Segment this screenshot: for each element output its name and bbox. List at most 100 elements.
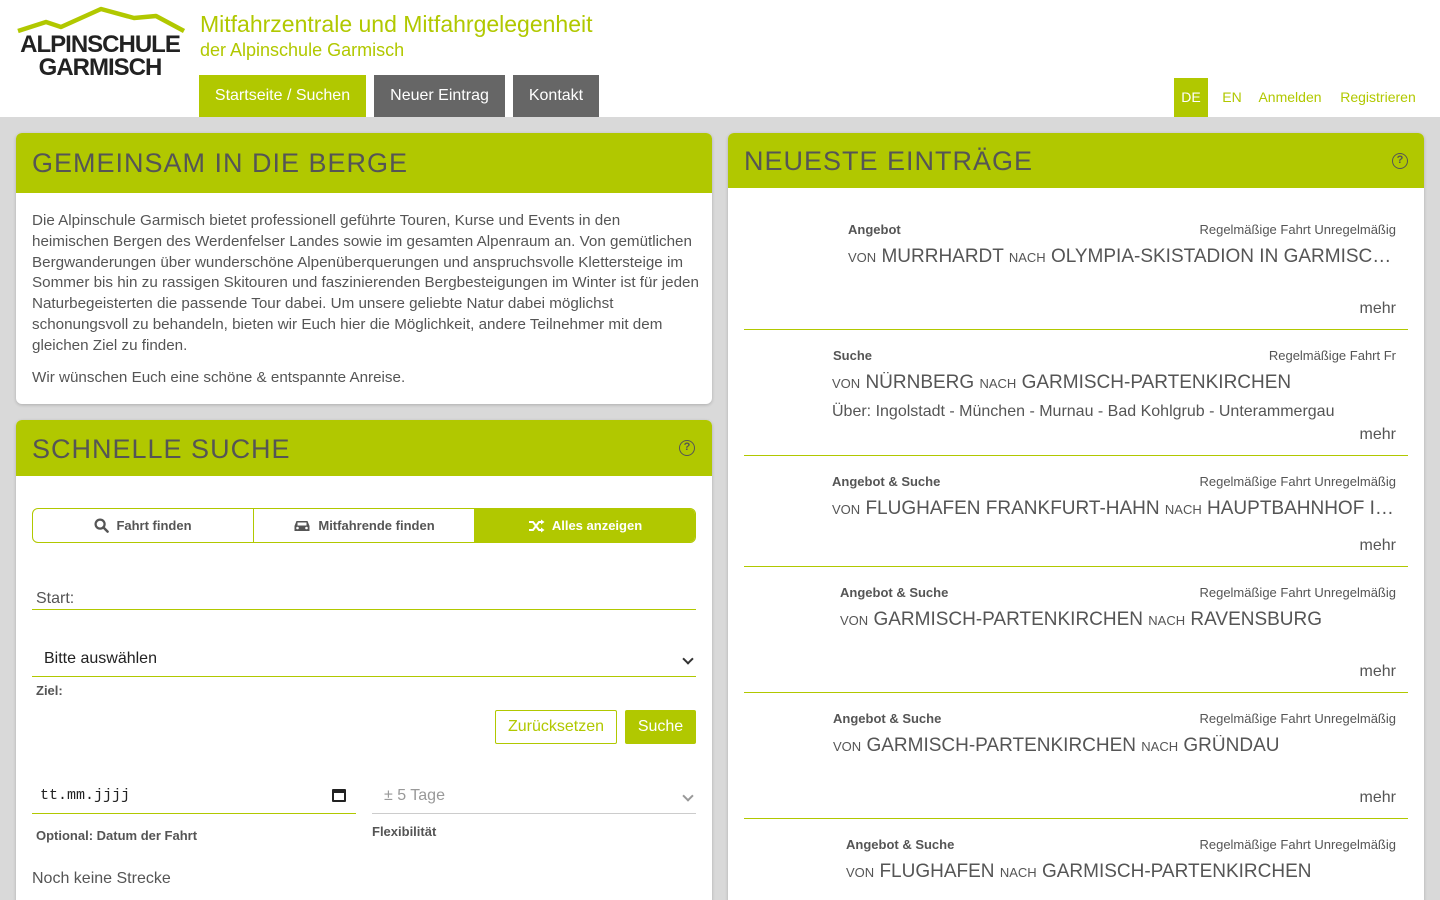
help-icon[interactable]: ? (1392, 153, 1408, 169)
route-from: FLUGHAFEN FRANKFURT-HAHN (865, 498, 1160, 519)
entry-item[interactable]: Suche Regelmäßige Fahrt Fr VON NÜRNBERG … (744, 330, 1408, 456)
entry-type: Suche (833, 348, 873, 363)
more-link[interactable]: mehr (1360, 537, 1396, 555)
route-to: RAVENSBURG (1190, 609, 1323, 630)
search-button[interactable]: Suche (625, 710, 696, 744)
route-from: MURRHARDT (881, 246, 1004, 267)
login-link[interactable]: Anmelden (1256, 78, 1324, 117)
entry-route: VON FLUGHAFEN FRANKFURT-HAHN NACH HAUPTB… (832, 498, 1396, 520)
route-from: NÜRNBERG (865, 372, 975, 393)
car-icon (294, 520, 310, 531)
route-von: VON (840, 613, 869, 628)
intro-card-header: GEMEINSAM IN DIE BERGE (16, 133, 712, 193)
route-to: HAUPTBAHNHOF IN GARMISCH-PARTENKIRCHEN (1207, 498, 1396, 519)
more-link[interactable]: mehr (1360, 426, 1396, 444)
route-von: VON (848, 250, 877, 265)
entry-regularity: Regelmäßige Fahrt Unregelmäßig (1199, 711, 1396, 726)
entry-route: VON GARMISCH-PARTENKIRCHEN NACH GRÜNDAU (833, 735, 1396, 757)
route-von: VON (846, 865, 875, 880)
site-logo[interactable]: ALPINSCHULE GARMISCH (16, 6, 186, 86)
entry-route: VON MURRHARDT NACH OLYMPIA-SKISTADION IN… (848, 246, 1396, 268)
intro-title: GEMEINSAM IN DIE BERGE (32, 148, 409, 178)
entry-type: Angebot & Suche (840, 585, 949, 600)
more-link[interactable]: mehr (1360, 663, 1396, 681)
route-nach: NACH (999, 865, 1037, 880)
start-input-underline (32, 609, 696, 610)
entry-route: VON NÜRNBERG NACH GARMISCH-PARTENKIRCHEN (832, 372, 1396, 394)
entry-item[interactable]: Angebot Regelmäßige Fahrt Unregelmäßig V… (744, 204, 1408, 330)
tab-mitfahrende-finden[interactable]: Mitfahrende finden (254, 509, 475, 542)
intro-text: Die Alpinschule Garmisch bietet professi… (32, 212, 699, 354)
search-icon (94, 518, 110, 533)
quick-search-header: SCHNELLE SUCHE ? (16, 420, 712, 476)
reset-button[interactable]: Zurücksetzen (495, 710, 617, 744)
tab-fahrt-finden[interactable]: Fahrt finden (33, 509, 254, 542)
nav-kontakt[interactable]: Kontakt (513, 75, 599, 117)
entry-type: Angebot (848, 222, 901, 237)
site-subtitle: der Alpinschule Garmisch (200, 40, 405, 60)
route-nach: NACH (1148, 613, 1186, 628)
intro-card: GEMEINSAM IN DIE BERGE Die Alpinschule G… (16, 133, 712, 404)
entry-regularity: Regelmäßige Fahrt Unregelmäßig (1199, 585, 1396, 600)
help-icon[interactable]: ? (679, 440, 695, 456)
entry-regularity: Regelmäßige Fahrt Fr (1268, 348, 1396, 363)
search-mode-toggle: Fahrt finden Mitfahrende finden Alles an… (32, 508, 696, 543)
entry-regularity: Regelmäßige Fahrt Unregelmäßig (1199, 222, 1396, 237)
tab-fahrt-finden-label: Fahrt finden (116, 518, 192, 533)
nav-neuer-eintrag[interactable]: Neuer Eintrag (374, 75, 505, 117)
site-header: ALPINSCHULE GARMISCH Mitfahrzentrale und… (0, 0, 1440, 117)
latest-entries-card: NEUESTE EINTRÄGE ? Angebot Regelmäßige F… (728, 133, 1424, 900)
route-to: GARMISCH-PARTENKIRCHEN (1021, 372, 1292, 393)
lang-de[interactable]: DE (1174, 78, 1208, 117)
route-von: VON (832, 502, 861, 517)
entry-item[interactable]: Angebot & Suche Regelmäßige Fahrt Unrege… (744, 819, 1408, 900)
entry-regularity: Regelmäßige Fahrt Unregelmäßig (1199, 474, 1396, 489)
entry-type: Angebot & Suche (832, 474, 941, 489)
entry-route: VON FLUGHAFEN NACH GARMISCH-PARTENKIRCHE… (846, 861, 1396, 883)
latest-entries-title: NEUESTE EINTRÄGE (744, 146, 1034, 176)
logo-text-line2: GARMISCH (38, 54, 163, 81)
date-label: Optional: Datum der Fahrt (36, 828, 198, 843)
entry-item[interactable]: Angebot & Suche Regelmäßige Fahrt Unrege… (744, 693, 1408, 819)
entry-item[interactable]: Angebot & Suche Regelmäßige Fahrt Unrege… (744, 567, 1408, 693)
route-nach: NACH (1008, 250, 1046, 265)
flexibility-label: Flexibilität (372, 824, 437, 839)
start-input[interactable] (32, 588, 696, 610)
route-nach: NACH (979, 376, 1017, 391)
entry-via: Über: Ingolstadt - München - Murnau - Ba… (832, 403, 1335, 420)
more-link[interactable]: mehr (1360, 300, 1396, 318)
destination-select[interactable]: Bitte auswählen (32, 647, 696, 677)
tab-alles-anzeigen-label: Alles anzeigen (551, 518, 643, 533)
route-nach: NACH (1141, 739, 1179, 754)
nav-startseite-suchen[interactable]: Startseite / Suchen (199, 75, 366, 117)
route-from: GARMISCH-PARTENKIRCHEN (873, 609, 1143, 630)
entry-type: Angebot & Suche (846, 837, 955, 852)
intro-greeting: Wir wünschen Euch eine schöne & entspann… (32, 369, 406, 386)
quick-search-title: SCHNELLE SUCHE (32, 434, 291, 464)
route-from: GARMISCH-PARTENKIRCHEN (866, 735, 1136, 756)
register-link[interactable]: Registrieren (1336, 78, 1420, 117)
route-from: FLUGHAFEN (879, 861, 995, 882)
shuffle-icon (528, 519, 545, 532)
tab-alles-anzeigen[interactable]: Alles anzeigen (475, 509, 695, 542)
ziel-label: Ziel: (36, 683, 63, 698)
lang-en[interactable]: EN (1216, 78, 1248, 117)
no-route-text: Noch keine Strecke (32, 870, 171, 887)
more-link[interactable]: mehr (1360, 789, 1396, 807)
tab-mitfahrende-finden-label: Mitfahrende finden (318, 518, 435, 533)
route-to: GARMISCH-PARTENKIRCHEN (1041, 861, 1312, 882)
chevron-down-icon (682, 653, 694, 665)
date-input-value: tt.mm.jjjj (40, 787, 131, 804)
flexibility-select[interactable]: ± 5 Tage (372, 784, 696, 814)
chevron-down-icon (682, 790, 694, 802)
entry-item[interactable]: Angebot & Suche Regelmäßige Fahrt Unrege… (744, 456, 1408, 567)
entry-type: Angebot & Suche (833, 711, 942, 726)
route-to: GRÜNDAU (1183, 735, 1280, 756)
entry-route: VON GARMISCH-PARTENKIRCHEN NACH RAVENSBU… (840, 609, 1396, 631)
calendar-icon[interactable] (332, 789, 346, 802)
date-input[interactable]: tt.mm.jjjj (32, 784, 356, 814)
quick-search-card: SCHNELLE SUCHE ? Fahrt finden Mitfahrend… (16, 420, 712, 900)
route-von: VON (832, 376, 861, 391)
latest-entries-header: NEUESTE EINTRÄGE ? (728, 133, 1424, 188)
route-nach: NACH (1164, 502, 1202, 517)
